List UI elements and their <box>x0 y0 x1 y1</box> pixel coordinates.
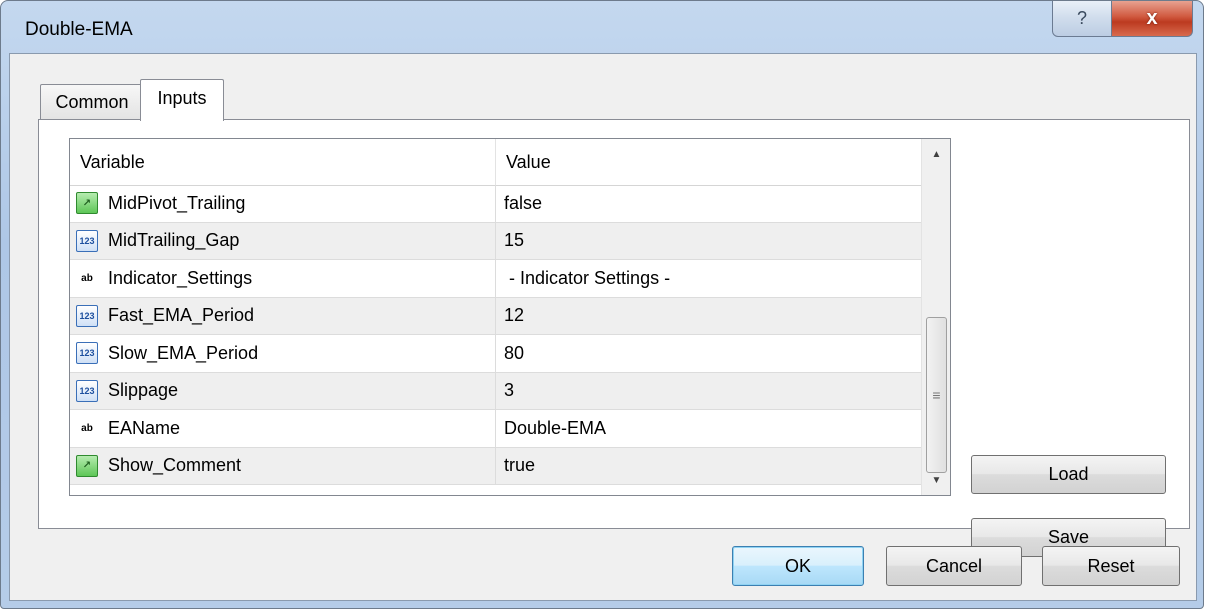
variable-value: true <box>504 455 536 476</box>
close-button[interactable]: x <box>1111 1 1193 37</box>
variable-name: Slow_EMA_Period <box>108 342 259 363</box>
integer-icon: 123 <box>76 379 98 402</box>
variable-value: - Indicator Settings - <box>504 267 671 288</box>
variable-cell: 123 MidTrailing_Gap <box>70 222 496 259</box>
string-icon: ab <box>81 422 93 434</box>
help-icon: ? <box>1076 8 1087 28</box>
integer-icon: 123 <box>76 229 98 252</box>
variable-name: MidPivot_Trailing <box>108 192 246 213</box>
variable-cell: ab Indicator_Settings <box>70 260 496 297</box>
table-row[interactable]: 123 Slow_EMA_Period 80 <box>70 335 921 373</box>
table-row[interactable]: ↗ Show_Comment true <box>70 447 921 485</box>
title-bar[interactable]: Double-EMA ? x <box>1 1 1203 53</box>
column-header-variable[interactable]: Variable <box>70 139 496 185</box>
variable-value: 3 <box>504 380 515 401</box>
ok-button[interactable]: OK <box>732 546 864 586</box>
close-icon: x <box>1146 7 1158 29</box>
scrollbar-thumb[interactable]: ≡ <box>926 317 947 473</box>
scroll-up-arrow-icon[interactable]: ▲ <box>922 139 950 169</box>
value-cell[interactable]: - Indicator Settings - <box>496 260 921 297</box>
column-header-value[interactable]: Value <box>496 139 921 185</box>
variable-name: Fast_EMA_Period <box>108 305 255 326</box>
variable-name: EAName <box>108 417 181 438</box>
variable-cell: ab EAName <box>70 410 496 447</box>
tab-inputs[interactable]: Inputs <box>140 79 224 121</box>
boolean-icon: ↗ <box>76 454 98 477</box>
grid-header: Variable Value <box>70 139 921 186</box>
help-button[interactable]: ? <box>1052 1 1112 37</box>
reset-button[interactable]: Reset <box>1042 546 1180 586</box>
value-cell[interactable]: Double-EMA <box>496 410 921 447</box>
tab-inputs-label: Inputs <box>157 88 207 108</box>
variable-value: 80 <box>504 342 525 363</box>
table-row[interactable]: 123 Fast_EMA_Period 12 <box>70 297 921 335</box>
grip-icon: ≡ <box>932 387 941 403</box>
variable-value: 15 <box>504 230 525 251</box>
value-cell[interactable]: true <box>496 448 921 485</box>
window-title: Double-EMA <box>25 19 133 40</box>
variable-name: Indicator_Settings <box>108 267 253 288</box>
variable-cell: ↗ MidPivot_Trailing <box>70 185 496 222</box>
variable-value: false <box>504 192 543 213</box>
variable-cell: 123 Slow_EMA_Period <box>70 335 496 372</box>
dialog-client-area: Common Inputs Variable Value ↗ MidPivot_T… <box>9 53 1197 601</box>
inputs-tab-panel: Variable Value ↗ MidPivot_Trailing false 12… <box>38 119 1190 557</box>
grid-rows: ↗ MidPivot_Trailing false 123 MidTrailing_Ga… <box>70 185 921 485</box>
value-cell[interactable]: 15 <box>496 223 921 260</box>
variable-cell: ↗ Show_Comment <box>70 447 496 484</box>
table-row[interactable]: 123 Slippage 3 <box>70 372 921 410</box>
inputs-grid: Variable Value ↗ MidPivot_Trailing false 12… <box>69 138 951 496</box>
value-cell[interactable]: 3 <box>496 373 921 410</box>
value-cell[interactable]: 12 <box>496 298 921 335</box>
variable-value: Double-EMA <box>504 417 607 438</box>
variable-cell: 123 Fast_EMA_Period <box>70 297 496 334</box>
variable-name: Slippage <box>108 380 179 401</box>
string-icon: ab <box>81 272 93 284</box>
table-row[interactable]: ab Indicator_Settings - Indicator Setting… <box>70 260 921 298</box>
tab-common[interactable]: Common <box>40 84 144 120</box>
boolean-icon: ↗ <box>76 192 98 215</box>
variable-name: Show_Comment <box>108 455 242 476</box>
table-row[interactable]: ↗ MidPivot_Trailing false <box>70 185 921 223</box>
value-cell[interactable]: 80 <box>496 335 921 372</box>
table-row[interactable]: ab EAName Double-EMA <box>70 410 921 448</box>
scroll-down-arrow-icon[interactable]: ▼ <box>922 465 950 495</box>
load-button[interactable]: Load <box>971 455 1166 494</box>
table-row[interactable]: 123 MidTrailing_Gap 15 <box>70 222 921 260</box>
variable-value: 12 <box>504 305 525 326</box>
integer-icon: 123 <box>76 304 98 327</box>
dialog-window: Double-EMA ? x Common Inputs Variable Va… <box>0 0 1204 609</box>
variable-cell: 123 Slippage <box>70 372 496 409</box>
cancel-button[interactable]: Cancel <box>886 546 1022 586</box>
integer-icon: 123 <box>76 342 98 365</box>
value-cell[interactable]: false <box>496 185 921 222</box>
tab-common-label: Common <box>55 92 129 112</box>
variable-name: MidTrailing_Gap <box>108 230 240 251</box>
vertical-scrollbar[interactable]: ▲ ≡ ▼ <box>921 139 950 495</box>
